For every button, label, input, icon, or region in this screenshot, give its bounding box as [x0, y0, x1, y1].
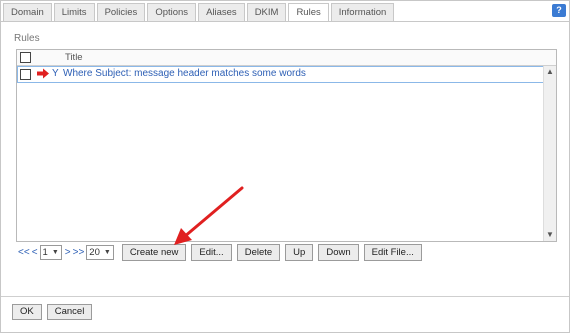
- chevron-down-icon: ▼: [51, 249, 59, 256]
- dialog-frame: Domain Limits Policies Options Aliases D…: [0, 0, 570, 333]
- tab-bar: Domain Limits Policies Options Aliases D…: [3, 3, 549, 22]
- column-title-header[interactable]: Title: [65, 52, 83, 63]
- page-size-value: 20: [89, 247, 100, 258]
- tab-information[interactable]: Information: [330, 3, 395, 21]
- cancel-button[interactable]: Cancel: [46, 304, 93, 320]
- section-title: Rules: [14, 33, 40, 44]
- scroll-up-icon[interactable]: ▲: [544, 66, 556, 78]
- up-button[interactable]: Up: [285, 244, 314, 261]
- footer-divider: [1, 296, 569, 297]
- scroll-down-icon[interactable]: ▼: [544, 229, 556, 241]
- annotation-arrow-icon: [174, 186, 244, 245]
- ok-button[interactable]: OK: [12, 304, 42, 320]
- tab-dkim[interactable]: DKIM: [246, 3, 287, 21]
- rule-title[interactable]: Where Subject: message header matches so…: [63, 68, 306, 79]
- chevron-down-icon: ▼: [103, 249, 111, 256]
- tab-limits[interactable]: Limits: [53, 3, 95, 21]
- tab-domain[interactable]: Domain: [3, 3, 52, 21]
- rule-flag: Y: [52, 68, 59, 79]
- dialog-footer: OK Cancel: [12, 304, 97, 320]
- down-button[interactable]: Down: [318, 244, 359, 261]
- next-page-link[interactable]: >: [65, 247, 71, 258]
- table-row[interactable]: Y Where Subject: message header matches …: [17, 66, 544, 83]
- red-arrow-icon: [37, 68, 49, 79]
- last-page-link[interactable]: >>: [73, 247, 85, 258]
- select-all-checkbox[interactable]: [20, 52, 31, 63]
- tab-options[interactable]: Options: [147, 3, 197, 21]
- edit-file-button[interactable]: Edit File...: [363, 244, 422, 261]
- page-select-value: 1: [42, 247, 48, 258]
- vertical-scrollbar[interactable]: ▲ ▼: [543, 66, 556, 241]
- help-icon[interactable]: ?: [552, 4, 566, 17]
- tab-rules[interactable]: Rules: [288, 3, 329, 22]
- tab-aliases[interactable]: Aliases: [198, 3, 245, 21]
- rules-grid: Title Y Where Subject: message header ma…: [16, 49, 557, 242]
- prev-page-link[interactable]: <: [32, 247, 38, 258]
- grid-header: Title: [17, 50, 556, 66]
- page-select[interactable]: 1 ▼: [39, 245, 62, 260]
- tab-divider: [1, 21, 569, 22]
- page-size-select[interactable]: 20 ▼: [86, 245, 114, 260]
- tab-policies[interactable]: Policies: [96, 3, 146, 21]
- row-checkbox[interactable]: [20, 69, 31, 80]
- first-page-link[interactable]: <<: [18, 247, 30, 258]
